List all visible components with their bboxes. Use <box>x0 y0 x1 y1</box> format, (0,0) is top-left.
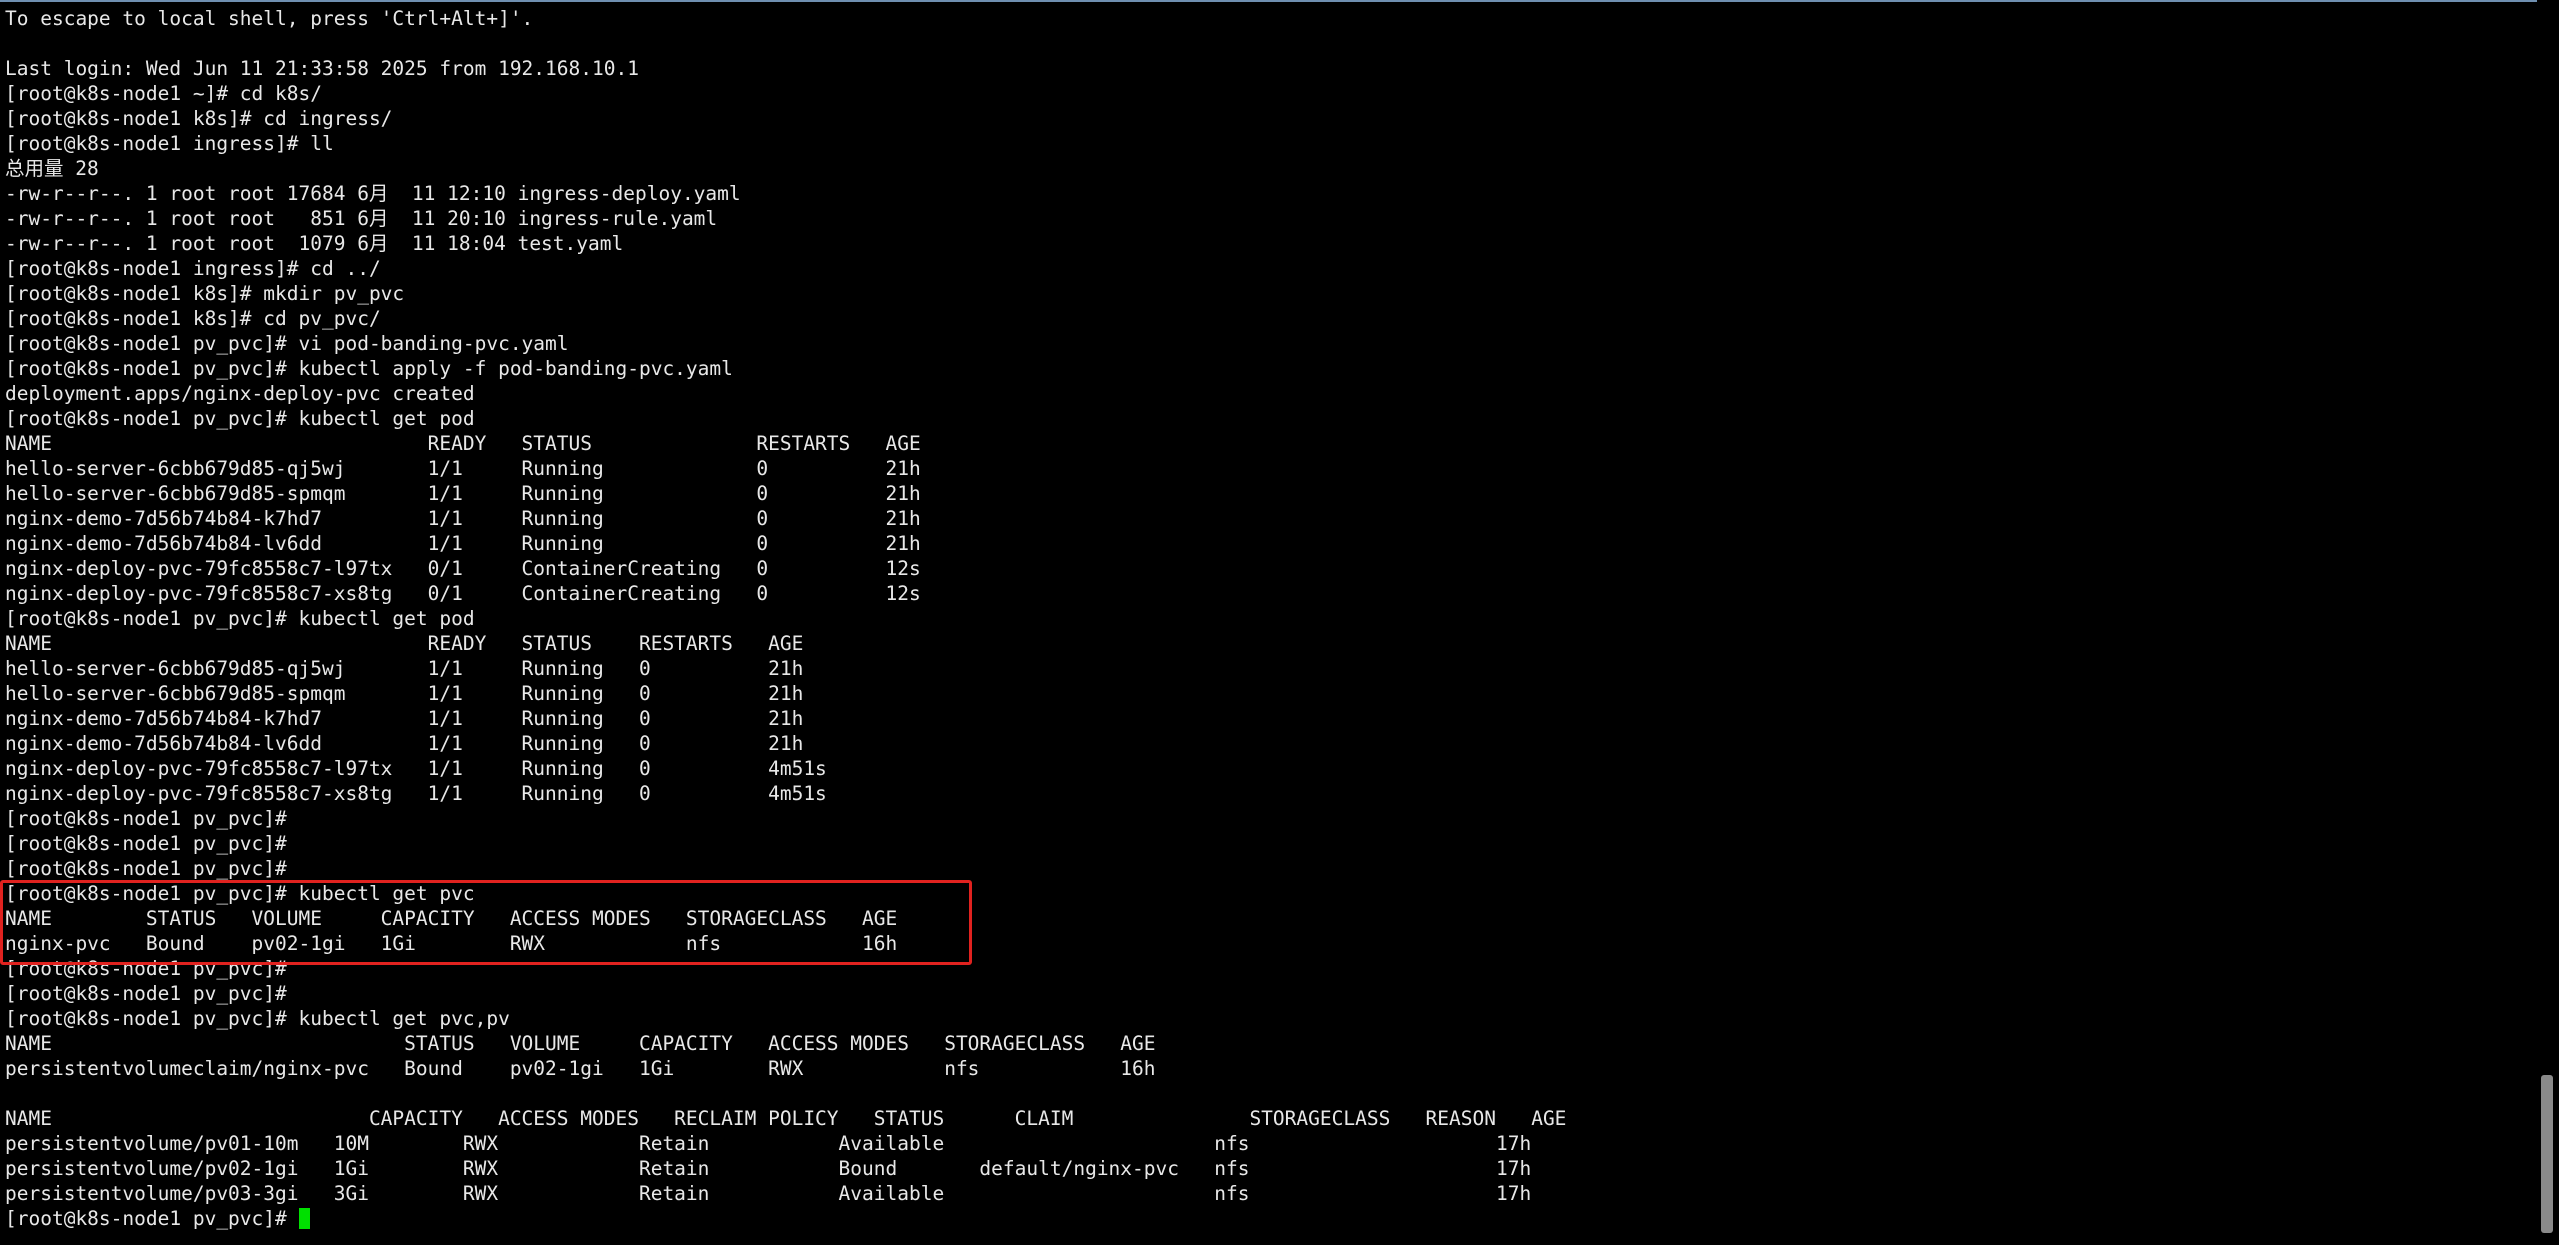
terminal-line: hello-server-6cbb679d85-spmqm 1/1 Runnin… <box>5 482 921 505</box>
terminal-line: [root@k8s-node1 pv_pvc]# kubectl get pvc… <box>5 1007 510 1030</box>
terminal-line: nginx-pvc Bound pv02-1gi 1Gi RWX nfs 16h <box>5 932 898 955</box>
text-cursor[interactable] <box>298 1208 310 1229</box>
terminal-line: persistentvolumeclaim/nginx-pvc Bound pv… <box>5 1057 1156 1080</box>
terminal-line: NAME STATUS VOLUME CAPACITY ACCESS MODES… <box>5 1032 1156 1055</box>
terminal-line: nginx-demo-7d56b74b84-k7hd7 1/1 Running … <box>5 707 804 730</box>
terminal-line: nginx-deploy-pvc-79fc8558c7-l97tx 1/1 Ru… <box>5 757 827 780</box>
terminal-line: NAME READY STATUS RESTARTS AGE <box>5 432 921 455</box>
terminal-line: -rw-r--r--. 1 root root 851 6月 11 20:10 … <box>5 207 718 230</box>
terminal-line: [root@k8s-node1 ingress]# ll <box>5 132 334 155</box>
terminal-line: deployment.apps/nginx-deploy-pvc created <box>5 382 475 405</box>
terminal-line: NAME CAPACITY ACCESS MODES RECLAIM POLIC… <box>5 1107 1567 1130</box>
terminal-line: hello-server-6cbb679d85-qj5wj 1/1 Runnin… <box>5 457 921 480</box>
command-prompt: [root@k8s-node1 pv_pvc]# <box>5 1207 299 1230</box>
terminal-window[interactable]: To escape to local shell, press 'Ctrl+Al… <box>0 0 2559 1245</box>
terminal-line: [root@k8s-node1 pv_pvc]# <box>5 982 287 1005</box>
terminal-line: -rw-r--r--. 1 root root 1079 6月 11 18:04… <box>5 232 624 255</box>
terminal-line: nginx-deploy-pvc-79fc8558c7-l97tx 0/1 Co… <box>5 557 921 580</box>
terminal-line: nginx-deploy-pvc-79fc8558c7-xs8tg 1/1 Ru… <box>5 782 827 805</box>
terminal-line: persistentvolume/pv01-10m 10M RWX Retain… <box>5 1132 1532 1155</box>
terminal-line: Last login: Wed Jun 11 21:33:58 2025 fro… <box>5 57 639 80</box>
terminal-line: [root@k8s-node1 pv_pvc]# kubectl get pod <box>5 407 475 430</box>
window-top-border <box>0 0 2559 2</box>
terminal-line: hello-server-6cbb679d85-spmqm 1/1 Runnin… <box>5 682 804 705</box>
terminal-line: [root@k8s-node1 k8s]# cd pv_pvc/ <box>5 307 381 330</box>
terminal-line: [root@k8s-node1 pv_pvc]# kubectl get pvc <box>5 882 475 905</box>
terminal-line: [root@k8s-node1 pv_pvc]# vi pod-banding-… <box>5 332 569 355</box>
terminal-line: [root@k8s-node1 pv_pvc]# kubectl get pod <box>5 607 475 630</box>
terminal-line: [root@k8s-node1 pv_pvc]# <box>5 807 287 830</box>
terminal-line: [root@k8s-node1 ~]# cd k8s/ <box>5 82 322 105</box>
terminal-output[interactable]: To escape to local shell, press 'Ctrl+Al… <box>5 6 2535 1231</box>
command-prompt-line[interactable]: [root@k8s-node1 pv_pvc]# <box>5 1206 2535 1231</box>
terminal-line: [root@k8s-node1 pv_pvc]# <box>5 832 287 855</box>
vertical-scrollbar[interactable] <box>2537 0 2559 1245</box>
terminal-line: persistentvolume/pv02-1gi 1Gi RWX Retain… <box>5 1157 1532 1180</box>
terminal-line: [root@k8s-node1 k8s]# cd ingress/ <box>5 107 393 130</box>
scrollbar-thumb[interactable] <box>2541 1075 2553 1233</box>
terminal-line: To escape to local shell, press 'Ctrl+Al… <box>5 7 534 30</box>
terminal-line: [root@k8s-node1 pv_pvc]# <box>5 857 287 880</box>
terminal-line: nginx-deploy-pvc-79fc8558c7-xs8tg 0/1 Co… <box>5 582 921 605</box>
terminal-line: [root@k8s-node1 pv_pvc]# kubectl apply -… <box>5 357 733 380</box>
terminal-line: [root@k8s-node1 pv_pvc]# <box>5 957 287 980</box>
terminal-line: NAME STATUS VOLUME CAPACITY ACCESS MODES… <box>5 907 898 930</box>
terminal-line: [root@k8s-node1 k8s]# mkdir pv_pvc <box>5 282 405 305</box>
terminal-line: [root@k8s-node1 ingress]# cd ../ <box>5 257 381 280</box>
terminal-line: nginx-demo-7d56b74b84-lv6dd 1/1 Running … <box>5 732 804 755</box>
terminal-line: nginx-demo-7d56b74b84-lv6dd 1/1 Running … <box>5 532 921 555</box>
terminal-line: NAME READY STATUS RESTARTS AGE <box>5 632 804 655</box>
terminal-line: 总用量 28 <box>5 157 99 180</box>
terminal-line: hello-server-6cbb679d85-qj5wj 1/1 Runnin… <box>5 657 804 680</box>
terminal-line: nginx-demo-7d56b74b84-k7hd7 1/1 Running … <box>5 507 921 530</box>
terminal-line: persistentvolume/pv03-3gi 3Gi RWX Retain… <box>5 1182 1532 1205</box>
terminal-line: -rw-r--r--. 1 root root 17684 6月 11 12:1… <box>5 182 741 205</box>
